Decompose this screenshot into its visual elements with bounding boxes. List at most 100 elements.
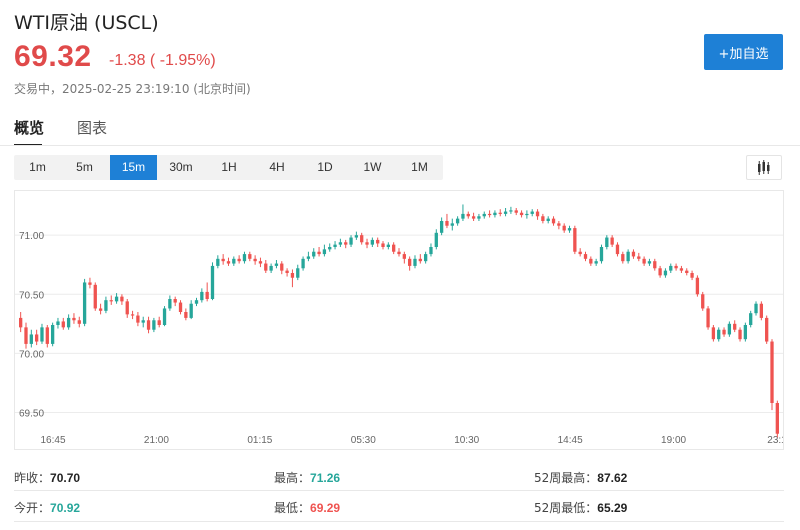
candle [519,210,524,218]
interval-1d[interactable]: 1D [301,155,349,180]
candle-body [66,317,71,328]
candle-body [514,210,518,213]
candle-body [194,300,199,304]
candle [322,244,327,257]
y-tick-label: 70.50 [19,290,44,301]
interval-30m[interactable]: 30m [157,155,205,180]
candle [525,210,529,219]
candle-body [328,247,332,250]
tab-chart[interactable]: 图表 [77,117,107,138]
y-tick-label: 71.00 [19,231,44,242]
candle [72,313,76,324]
interval-1w[interactable]: 1W [349,155,396,180]
candle [344,239,348,249]
candle [338,238,343,247]
candle [706,306,710,330]
candle-body [152,320,156,330]
add-to-watchlist-button[interactable]: +加自选 [704,34,783,70]
candle [487,210,492,218]
candle-body [72,317,76,321]
candle-body [349,237,353,245]
candle [194,297,199,307]
candle [93,282,97,311]
candle-body [397,251,401,255]
price-chart[interactable]: 71.00 70.50 70.00 69.50 16:45 21:00 01:15 05:30… [14,190,787,450]
candle [56,317,60,329]
candle-body [354,235,359,238]
candle-body [546,218,550,221]
candle-body [770,341,774,403]
candle [754,301,758,316]
candle [109,295,113,305]
candle-body [274,263,279,266]
candle [408,256,412,271]
candle-body [120,296,124,302]
candle [77,316,81,328]
candle [248,251,252,262]
w52-low-label: 52周最低： [534,501,598,515]
candle-body [178,302,183,312]
candle [34,329,39,346]
candle [24,322,28,349]
candle-body [296,268,300,278]
candle-body [301,258,305,269]
candle [296,264,300,281]
y-tick-label: 70.00 [19,349,44,360]
interval-1mo[interactable]: 1M [396,155,443,180]
candle-body [381,243,385,247]
candle-body [333,244,337,247]
x-tick-label: 21:00 [144,435,169,446]
candle [599,244,604,264]
price-change: -1.38 ( -1.95%) [109,52,216,69]
interval-5m[interactable]: 5m [61,155,108,180]
candle-body [685,270,689,273]
candle-body [317,251,321,255]
candle [184,308,188,321]
interval-1h[interactable]: 1H [205,155,253,180]
candle [551,216,556,226]
candle [349,235,353,247]
interval-15m[interactable]: 15m [110,155,157,180]
candlestick-chart[interactable]: 71.00 70.50 70.00 69.50 16:45 21:00 01:15 05:30… [15,191,787,449]
candle-body [733,323,737,330]
candle [466,211,470,219]
candle [770,339,774,411]
x-tick-label: 23:1 [767,435,783,446]
candle [221,254,225,265]
chart-type-button[interactable] [746,155,782,180]
prev-close-value: 70.70 [50,471,81,485]
candle-body [125,301,129,315]
candle [605,235,609,250]
candle [594,258,598,266]
candle-body [258,261,263,264]
interval-1m[interactable]: 1m [14,155,61,180]
candle-body [557,223,561,226]
stat-prev-close: 昨收：70.70 [14,469,80,486]
interval-4h[interactable]: 4H [253,155,301,180]
candle [530,209,534,217]
candle [413,255,417,269]
candle-body [269,265,273,271]
candle-body [653,261,657,269]
candle-body [130,314,135,316]
candle-body [338,242,343,245]
candle-body [759,303,764,318]
candle [397,248,401,257]
candle-body [530,211,534,214]
candle [621,251,625,264]
candle [146,316,151,334]
candle-body [626,251,630,262]
stat-low: 最低：69.29 [274,499,340,516]
candle [674,263,678,271]
candle-body [503,211,508,214]
candle-body [61,321,65,328]
candle-body [509,210,513,212]
candle-body [248,254,252,259]
candle [216,255,220,269]
candle-body [45,327,49,344]
candle [434,229,438,250]
tab-overview[interactable]: 概览 [14,117,44,138]
candle [88,277,92,289]
candle-body [434,232,438,247]
candle [360,232,364,245]
